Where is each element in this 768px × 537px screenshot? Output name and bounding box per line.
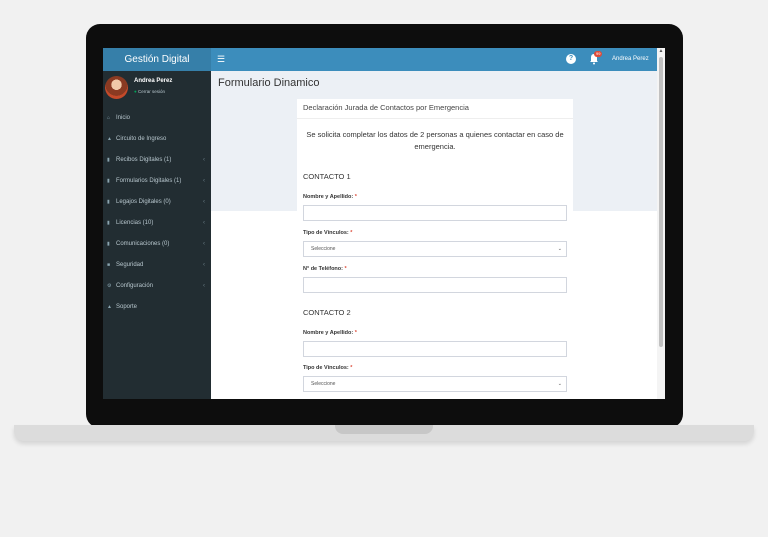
label-text: Tipo de Vínculos: [303, 365, 349, 371]
file-icon: ▮ [107, 199, 110, 205]
sidebar-item-label: Comunicaciones (0) [116, 241, 170, 247]
sidebar-item-seguridad[interactable]: ■ Seguridad ‹ [103, 255, 211, 276]
contact-1-heading: CONTACTO 1 [303, 172, 351, 181]
file-icon: ▮ [107, 157, 110, 163]
sidebar-item-label: Soporte [116, 304, 138, 310]
scroll-up-icon[interactable]: ▲ [658, 48, 664, 55]
sidebar-item-configuracion[interactable]: ⚙ Configuración ‹ [103, 276, 211, 297]
sidebar-menu: ⌂ Inicio ▲ Circuito de Ingreso ▮ Recibos Di… [103, 108, 211, 318]
contact-2-link-select[interactable]: Seleccione ⌄ [303, 376, 567, 392]
chevron-left-icon: ‹ [203, 283, 205, 289]
page-title: Formulario Dinamico [218, 77, 320, 89]
avatar [105, 76, 128, 99]
label-text: N° de Teléfono: [303, 266, 343, 272]
contact-1-phone-label: N° de Teléfono: * [303, 266, 347, 272]
sidebar-item-label: Legajos Digitales (0) [116, 199, 171, 205]
select-value: Seleccione [311, 381, 336, 387]
select-value: Seleccione [311, 246, 336, 252]
contact-2-heading: CONTACTO 2 [303, 308, 351, 317]
form-card: Declaración Jurada de Contactos por Emer… [297, 99, 573, 399]
contact-1-phone-input[interactable] [303, 277, 567, 293]
top-navbar: Gestión Digital ☰ ? 99 Andrea Perez [103, 48, 665, 71]
required-mark: * [354, 330, 357, 336]
chevron-down-icon: ⌄ [557, 381, 562, 387]
sidebar-item-formularios[interactable]: ▮ Formularios Digitales (1) ‹ [103, 171, 211, 192]
required-mark: * [350, 365, 353, 371]
chevron-left-icon: ‹ [203, 241, 205, 247]
sidebar-item-soporte[interactable]: ▲ Soporte [103, 297, 211, 318]
hamburger-icon[interactable]: ☰ [217, 48, 225, 71]
required-mark: * [344, 266, 347, 272]
screen: Gestión Digital ☰ ? 99 Andrea Perez Andr… [103, 48, 665, 399]
sidebar-item-label: Formularios Digitales (1) [116, 178, 182, 184]
form-intro: Se solicita completar los datos de 2 per… [306, 130, 564, 151]
label-text: Tipo de Vínculos: [303, 230, 349, 236]
sidebar-item-comunicaciones[interactable]: ▮ Comunicaciones (0) ‹ [103, 234, 211, 255]
sidebar-item-label: Inicio [116, 115, 131, 121]
sidebar-item-legajos[interactable]: ▮ Legajos Digitales (0) ‹ [103, 192, 211, 213]
contact-1-link-label: Tipo de Vínculos: * [303, 230, 352, 236]
chevron-left-icon: ‹ [203, 157, 205, 163]
file-icon: ▮ [107, 178, 110, 184]
sidebar-item-label: Circuito de Ingreso [116, 136, 167, 142]
required-mark: * [350, 230, 353, 236]
chevron-down-icon: ⌄ [557, 246, 562, 252]
sidebar-item-label: Licencias (10) [116, 220, 154, 226]
contact-1-name-label: Nombre y Apellido: * [303, 194, 357, 200]
chevron-left-icon: ‹ [203, 199, 205, 205]
status-dot-icon: ● [134, 89, 137, 94]
card-title: Declaración Jurada de Contactos por Emer… [303, 103, 469, 112]
sidebar-item-label: Configuración [116, 283, 154, 289]
home-icon: ⌂ [107, 115, 111, 121]
chevron-left-icon: ‹ [203, 220, 205, 226]
sidebar-item-label: Seguridad [116, 262, 144, 268]
sidebar-item-circuito[interactable]: ▲ Circuito de Ingreso [103, 129, 211, 150]
question-icon[interactable]: ? [566, 54, 576, 64]
scroll-thumb[interactable] [659, 57, 663, 347]
sidebar: Andrea Perez ● Cerrar sesión ⌂ Inicio ▲ Ci… [103, 71, 211, 399]
contact-2-name-label: Nombre y Apellido: * [303, 330, 357, 336]
lock-icon: ■ [107, 262, 111, 268]
notification-badge: 99 [594, 51, 603, 57]
user-menu[interactable]: Andrea Perez [612, 48, 649, 71]
required-mark: * [354, 194, 357, 200]
sitemap-icon: ▲ [107, 304, 112, 310]
contact-2-name-input[interactable] [303, 341, 567, 357]
sitemap-icon: ▲ [107, 136, 112, 142]
sidebar-item-recibos[interactable]: ▮ Recibos Digitales (1) ‹ [103, 150, 211, 171]
contact-1-link-select[interactable]: Seleccione ⌄ [303, 241, 567, 257]
contact-1-name-input[interactable] [303, 205, 567, 221]
sidebar-user-name: Andrea Perez [134, 78, 173, 84]
sidebar-item-licencias[interactable]: ▮ Licencias (10) ‹ [103, 213, 211, 234]
chevron-left-icon: ‹ [203, 178, 205, 184]
laptop-notch [335, 425, 433, 434]
divider [297, 118, 573, 119]
brand-logo[interactable]: Gestión Digital [103, 48, 211, 71]
scrollbar[interactable]: ▲ [657, 48, 665, 399]
logout-link[interactable]: ● Cerrar sesión [134, 89, 165, 94]
file-icon: ▮ [107, 241, 110, 247]
content-area: Formulario Dinamico Declaración Jurada d… [211, 71, 657, 399]
chevron-left-icon: ‹ [203, 262, 205, 268]
gear-icon: ⚙ [107, 283, 112, 289]
label-text: Nombre y Apellido: [303, 194, 354, 200]
label-text: Nombre y Apellido: [303, 330, 354, 336]
sidebar-item-inicio[interactable]: ⌂ Inicio [103, 108, 211, 129]
logout-label: Cerrar sesión [137, 89, 165, 94]
sidebar-item-label: Recibos Digitales (1) [116, 157, 172, 163]
file-icon: ▮ [107, 220, 110, 226]
contact-2-link-label: Tipo de Vínculos: * [303, 365, 352, 371]
